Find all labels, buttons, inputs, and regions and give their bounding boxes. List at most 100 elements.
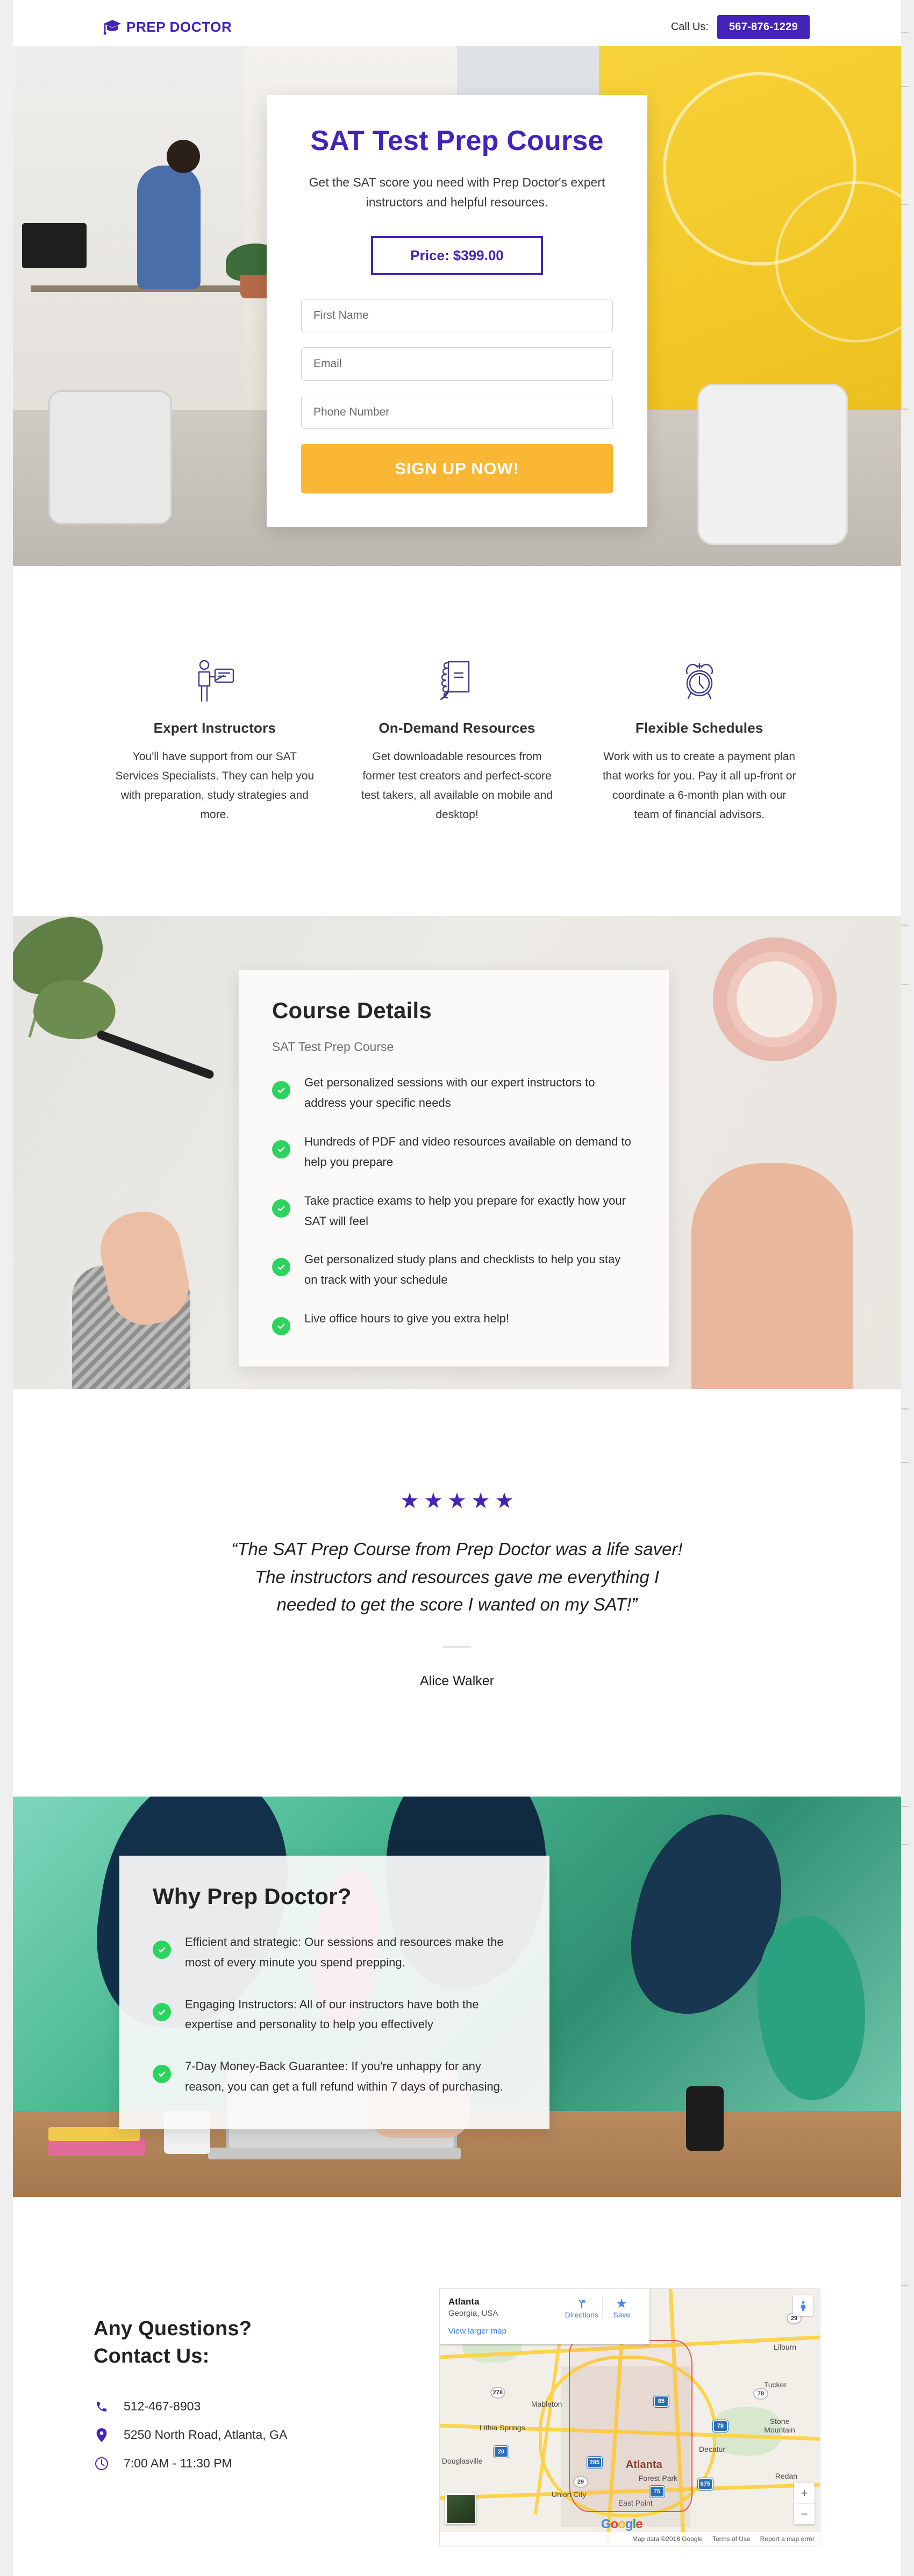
star-icon bbox=[425, 1492, 441, 1508]
map-region-name: Georgia, USA bbox=[448, 2308, 498, 2318]
route-shield: 29 bbox=[573, 2475, 588, 2488]
map-directions-label: Directions bbox=[565, 2310, 598, 2319]
brand-name: PREP DOCTOR bbox=[126, 18, 232, 35]
instructor-presenting-icon bbox=[114, 652, 316, 706]
why-title: Why Prep Doctor? bbox=[153, 1883, 352, 1909]
list-item-text: Take practice exams to help you prepare … bbox=[304, 1193, 626, 1228]
list-item-text: Get personalized study plans and checkli… bbox=[304, 1253, 621, 1287]
map-label: Mableton bbox=[531, 2399, 562, 2408]
map-label: Lithia Springs bbox=[479, 2423, 525, 2432]
page-gutter-right bbox=[901, 0, 914, 2576]
feature-expert-instructors: Expert Instructors You'll have support f… bbox=[94, 652, 336, 825]
google-logo-letter: g bbox=[625, 2516, 633, 2531]
page-canvas: PREP DOCTOR Call Us: 567-876-1229 SAT Te… bbox=[13, 8, 901, 2576]
price-badge: Price: $399.00 bbox=[371, 236, 543, 276]
course-details-section: Course Details SAT Test Prep Course Get … bbox=[13, 916, 901, 1390]
check-circle-icon bbox=[272, 1081, 290, 1100]
map-terms-link[interactable]: Terms of Use bbox=[712, 2535, 751, 2543]
feature-title: Expert Instructors bbox=[153, 720, 276, 736]
page-gutter-left bbox=[0, 0, 13, 2576]
brand-logo[interactable]: PREP DOCTOR bbox=[103, 19, 232, 35]
testimonial-author: Alice Walker bbox=[420, 1673, 494, 1688]
street-view-pegman-icon[interactable] bbox=[793, 2295, 813, 2316]
contact-row-address[interactable]: 5250 North Road, Atlanta, GA bbox=[94, 2428, 407, 2442]
hero-subtitle: Get the SAT score you need with Prep Doc… bbox=[309, 175, 605, 210]
google-logo-letter: o bbox=[618, 2516, 626, 2531]
list-item: Take practice exams to help you prepare … bbox=[272, 1191, 635, 1232]
contact-info: Any Questions? Contact Us: 512-467-8903 bbox=[94, 2288, 407, 2471]
map-label: Union City bbox=[551, 2489, 587, 2499]
zoom-out-button[interactable]: − bbox=[794, 2504, 815, 2524]
contact-heading-line1: Any Questions? bbox=[94, 2317, 252, 2340]
google-logo-letter: G bbox=[601, 2516, 611, 2531]
list-item: Engaging Instructors: All of our instruc… bbox=[153, 1994, 516, 2035]
google-logo-letter: e bbox=[635, 2516, 642, 2531]
site-header: PREP DOCTOR Call Us: 567-876-1229 bbox=[13, 8, 901, 46]
feature-title: Flexible Schedules bbox=[635, 720, 763, 736]
contact-hours-value: 7:00 AM - 11:30 PM bbox=[124, 2456, 232, 2471]
phone-input[interactable] bbox=[301, 396, 613, 430]
testimonial-quote: “The SAT Prep Course from Prep Doctor wa… bbox=[231, 1539, 683, 1614]
map-label: Redan bbox=[775, 2471, 797, 2480]
contact-section: Any Questions? Contact Us: 512-467-8903 bbox=[13, 2196, 901, 2576]
list-item: Get personalized sessions with our exper… bbox=[272, 1072, 635, 1113]
phone-icon bbox=[94, 2400, 110, 2413]
map-label: Tucker bbox=[763, 2380, 787, 2389]
map-directions-button[interactable]: Directions bbox=[562, 2296, 601, 2319]
list-item: Efficient and strategic: Our sessions an… bbox=[153, 1932, 516, 1973]
map-label: Decatur bbox=[698, 2444, 725, 2453]
check-circle-icon bbox=[272, 1199, 290, 1218]
email-input[interactable] bbox=[301, 347, 613, 381]
feature-text: Get downloadable resources from former t… bbox=[361, 750, 553, 821]
map-widget[interactable]: Lilburn Tucker Stone Mountain Decatur Re… bbox=[439, 2288, 820, 2546]
why-card: Why Prep Doctor? Efficient and strategic… bbox=[119, 1855, 549, 2129]
list-item: Get personalized study plans and checkli… bbox=[272, 1249, 635, 1290]
route-shield: 75 bbox=[649, 2485, 665, 2498]
check-circle-icon bbox=[272, 1317, 290, 1336]
features-section: Expert Instructors You'll have support f… bbox=[13, 566, 901, 917]
map-view-larger-link[interactable]: View larger map bbox=[448, 2327, 641, 2336]
map-report-link[interactable]: Report a map error bbox=[760, 2535, 815, 2543]
star-icon bbox=[449, 1492, 465, 1508]
course-details-list: Get personalized sessions with our exper… bbox=[272, 1072, 635, 1336]
sign-up-button[interactable]: SIGN UP NOW! bbox=[301, 444, 613, 494]
list-item-text: Hundreds of PDF and video resources avai… bbox=[304, 1135, 631, 1169]
map-satellite-toggle[interactable] bbox=[445, 2493, 476, 2524]
route-shield: 675 bbox=[697, 2478, 713, 2490]
list-item: 7-Day Money-Back Guarantee: If you're un… bbox=[153, 2056, 516, 2097]
header-phone-button[interactable]: 567-876-1229 bbox=[717, 15, 810, 39]
google-logo: Google bbox=[601, 2516, 643, 2532]
feature-text: Work with us to create a payment plan th… bbox=[602, 750, 796, 821]
list-item: Live office hours to give you extra help… bbox=[272, 1308, 635, 1336]
feature-flexible-schedules: Flexible Schedules Work with us to creat… bbox=[578, 652, 820, 825]
route-shield: 78 bbox=[712, 2420, 728, 2432]
map-label: East Point bbox=[618, 2498, 653, 2507]
check-circle-icon bbox=[153, 2065, 171, 2084]
landing-page: PREP DOCTOR Call Us: 567-876-1229 SAT Te… bbox=[0, 0, 914, 2576]
star-outline-icon bbox=[603, 2296, 641, 2310]
map-save-label: Save bbox=[613, 2310, 631, 2319]
route-shield: 278 bbox=[490, 2386, 505, 2399]
first-name-input[interactable] bbox=[301, 299, 613, 333]
contact-rows: 512-467-8903 5250 North Road, Atlanta, G… bbox=[94, 2399, 407, 2471]
map-label: Lilburn bbox=[773, 2342, 796, 2351]
zoom-in-button[interactable]: + bbox=[794, 2483, 815, 2503]
map-zoom-controls[interactable]: + − bbox=[794, 2482, 815, 2524]
list-item: Hundreds of PDF and video resources avai… bbox=[272, 1132, 635, 1172]
star-icon bbox=[496, 1492, 512, 1508]
map-attribution-text: Map data ©2018 Google bbox=[632, 2535, 703, 2543]
map-label-city: Atlanta bbox=[625, 2458, 662, 2471]
google-logo-letter: o bbox=[610, 2516, 619, 2531]
signup-form: SIGN UP NOW! bbox=[301, 299, 613, 494]
page-title: SAT Test Prep Course bbox=[310, 125, 604, 156]
contact-heading-line2: Contact Us: bbox=[94, 2345, 210, 2368]
course-details-title: Course Details bbox=[272, 998, 432, 1024]
alarm-clock-icon bbox=[598, 652, 800, 706]
signup-card: SAT Test Prep Course Get the SAT score y… bbox=[267, 95, 647, 527]
contact-row-phone[interactable]: 512-467-8903 bbox=[94, 2399, 407, 2414]
check-circle-icon bbox=[153, 2002, 171, 2021]
why-section: Why Prep Doctor? Efficient and strategic… bbox=[13, 1796, 901, 2197]
rating-stars bbox=[13, 1491, 901, 1511]
map-save-button[interactable]: Save bbox=[602, 2296, 641, 2319]
why-list: Efficient and strategic: Our sessions an… bbox=[153, 1932, 516, 2097]
